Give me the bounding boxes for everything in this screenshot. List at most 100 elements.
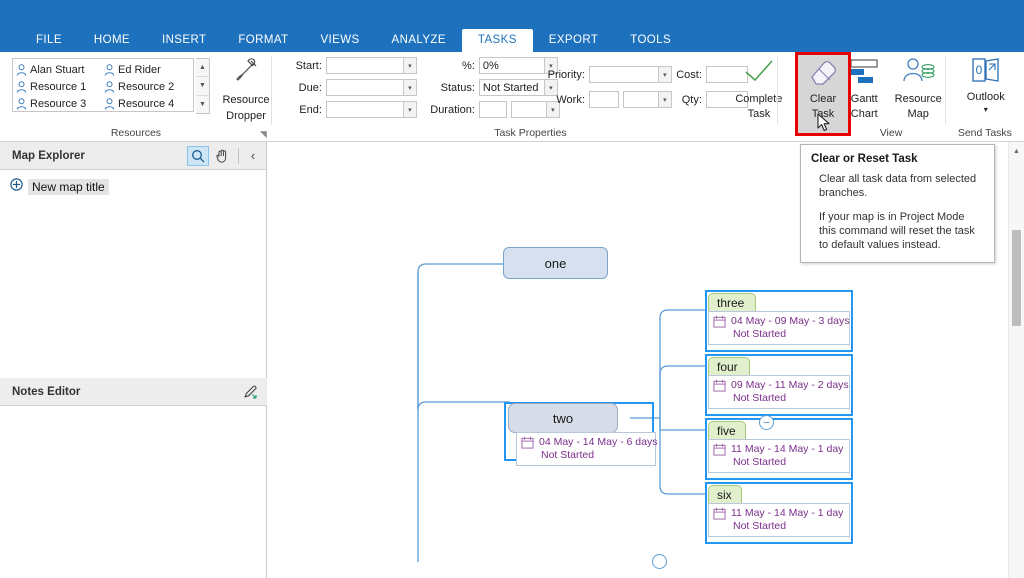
resource-item-resource-2[interactable]: Resource 2: [104, 78, 192, 95]
ribbon-tab-export[interactable]: EXPORT: [533, 29, 614, 52]
map-node-six[interactable]: six 11 May - 14 May - 1 day Not Started: [708, 485, 850, 537]
map-node-two-collapse-toggle[interactable]: –: [759, 415, 774, 430]
scroll-more-icon[interactable]: ▼: [196, 96, 209, 113]
calendar-icon: [521, 436, 534, 449]
calendar-icon: [713, 507, 726, 520]
resource-map-button[interactable]: Resource Map: [890, 56, 946, 121]
map-node-four-detail: 09 May - 11 May - 2 days Not Started: [708, 375, 850, 409]
ribbon-tab-tools[interactable]: TOOLS: [614, 29, 687, 52]
group-label-view: View: [879, 127, 903, 139]
map-node-three-dates: 04 May - 09 May - 3 days: [731, 315, 850, 327]
input-work[interactable]: [588, 91, 619, 108]
input-status[interactable]: Not Started: [478, 79, 545, 96]
ribbon-tab-strip: FILE HOME INSERT FORMAT VIEWS ANALYZE TA…: [0, 28, 1024, 52]
dropdown-end-icon[interactable]: ▾: [403, 101, 417, 118]
map-node-five-dates-row: 11 May - 14 May - 1 day: [713, 443, 845, 456]
resource-label: Resource 4: [118, 97, 175, 110]
field-row-end: End: ▾: [280, 100, 417, 119]
hand-icon[interactable]: [211, 146, 233, 166]
window-title-bar: [0, 0, 1024, 28]
map-node-three[interactable]: three 04 May - 09 May - 3 days Not Start…: [708, 293, 850, 345]
label-end: End:: [299, 103, 322, 116]
label-cost: Cost:: [676, 68, 702, 81]
resource-map-icon: [903, 58, 935, 82]
resource-dropper-button[interactable]: Resource Dropper: [218, 56, 274, 123]
eraser-icon: [811, 61, 836, 85]
resources-scrollbar[interactable]: ▲ ▼ ▼: [196, 58, 210, 114]
resource-item-alan-stuart[interactable]: Alan Stuart: [16, 61, 104, 78]
map-node-two[interactable]: two 04 May - 14 May - 6 days Not Started: [508, 403, 658, 466]
tooltip-title: Clear or Reset Task: [811, 153, 918, 165]
input-priority[interactable]: [588, 66, 659, 83]
calendar-icon: [713, 443, 726, 456]
scroll-down-icon[interactable]: ▼: [196, 77, 209, 96]
map-node-six-title: six: [708, 485, 742, 504]
map-node-two-dates: 04 May - 14 May - 6 days: [539, 436, 658, 448]
map-explorer-tree-root[interactable]: New map title: [0, 176, 266, 198]
resource-item-resource-4[interactable]: Resource 4: [104, 95, 192, 112]
input-percent[interactable]: 0%: [478, 57, 545, 74]
resource-item-ed-rider[interactable]: Ed Rider: [104, 61, 192, 78]
canvas-vertical-scrollbar[interactable]: ▲: [1008, 142, 1024, 578]
ribbon-tab-analyze[interactable]: ANALYZE: [376, 29, 462, 52]
resource-dropper-label-1: Resource: [222, 94, 270, 106]
map-node-three-title: three: [708, 293, 756, 312]
input-end[interactable]: [325, 101, 404, 118]
scrollbar-thumb[interactable]: [1012, 230, 1021, 326]
collapse-panel-icon[interactable]: ‹: [246, 146, 260, 166]
search-icon[interactable]: [187, 145, 209, 166]
dropdown-due-icon[interactable]: ▾: [403, 79, 417, 96]
field-row-start: Start: ▾: [280, 56, 417, 75]
resources-dialog-launcher[interactable]: ◥: [260, 130, 269, 139]
map-node-four-status: Not Started: [733, 392, 787, 404]
label-start: Start:: [295, 59, 322, 72]
pencil-icon[interactable]: [239, 382, 261, 402]
field-row-work: Work: ▾: [537, 90, 672, 109]
map-node-five-status: Not Started: [733, 456, 787, 468]
resource-dropper-label-2: Dropper: [226, 110, 266, 122]
input-start[interactable]: [325, 57, 404, 74]
input-work-unit[interactable]: [622, 91, 659, 108]
map-node-one[interactable]: one: [503, 247, 608, 279]
clear-task-label-1: Clear: [809, 93, 837, 105]
ribbon-tab-home[interactable]: HOME: [78, 29, 146, 52]
group-label-resources: Resources: [110, 127, 162, 139]
field-row-priority: Priority: ▾: [537, 65, 672, 84]
left-sidebar: Map Explorer ‹ New map title Notes Edito…: [0, 142, 267, 578]
map-node-two-status: Not Started: [541, 449, 595, 461]
map-node-three-status: Not Started: [733, 328, 787, 340]
clear-task-button[interactable]: Clear Task: [799, 56, 847, 121]
outlook-label: Outlook: [966, 91, 1005, 103]
map-node-six-dates-row: 11 May - 14 May - 1 day: [713, 507, 845, 520]
ribbon-tab-tasks[interactable]: TASKS: [461, 29, 533, 52]
expand-node-icon[interactable]: [10, 178, 23, 196]
input-duration[interactable]: [478, 101, 507, 118]
ribbon-tab-insert[interactable]: INSERT: [146, 29, 222, 52]
scroll-up-arrow-icon[interactable]: ▲: [1009, 144, 1024, 158]
ribbon-tab-file[interactable]: FILE: [20, 29, 78, 52]
ribbon-group-view: Gantt Chart Resource Map View: [836, 52, 946, 141]
resource-map-label-2: Map: [907, 108, 929, 120]
calendar-icon: [713, 379, 726, 392]
resource-item-resource-1[interactable]: Resource 1: [16, 78, 104, 95]
outlook-caret-icon[interactable]: ▾: [956, 106, 1016, 114]
ribbon-tab-views[interactable]: VIEWS: [304, 29, 375, 52]
resources-list[interactable]: Alan Stuart Ed Rider Resource 1 Resource…: [12, 58, 194, 112]
map-node-two-title: two: [508, 403, 618, 433]
resource-label: Alan Stuart: [30, 63, 85, 76]
outlook-icon: 0: [972, 58, 999, 82]
map-node-five[interactable]: five 11 May - 14 May - 1 day Not Started: [708, 421, 850, 473]
resource-item-resource-3[interactable]: Resource 3: [16, 95, 104, 112]
ribbon-group-send-tasks: 0 Outlook ▾ Send Tasks: [946, 52, 1024, 141]
gantt-chart-icon: [850, 59, 878, 83]
ribbon-tab-format[interactable]: FORMAT: [222, 29, 304, 52]
field-row-due: Due: ▾: [280, 78, 417, 97]
map-node-four[interactable]: four 09 May - 11 May - 2 days Not Starte…: [708, 357, 850, 409]
input-due[interactable]: [325, 79, 404, 96]
dropdown-start-icon[interactable]: ▾: [403, 57, 417, 74]
resource-label: Ed Rider: [118, 63, 161, 76]
scroll-up-icon[interactable]: ▲: [196, 59, 209, 78]
map-node-two-child-hub[interactable]: [652, 554, 667, 569]
group-label-task-properties: Task Properties: [494, 127, 567, 139]
outlook-button[interactable]: 0 Outlook ▾: [956, 56, 1016, 114]
